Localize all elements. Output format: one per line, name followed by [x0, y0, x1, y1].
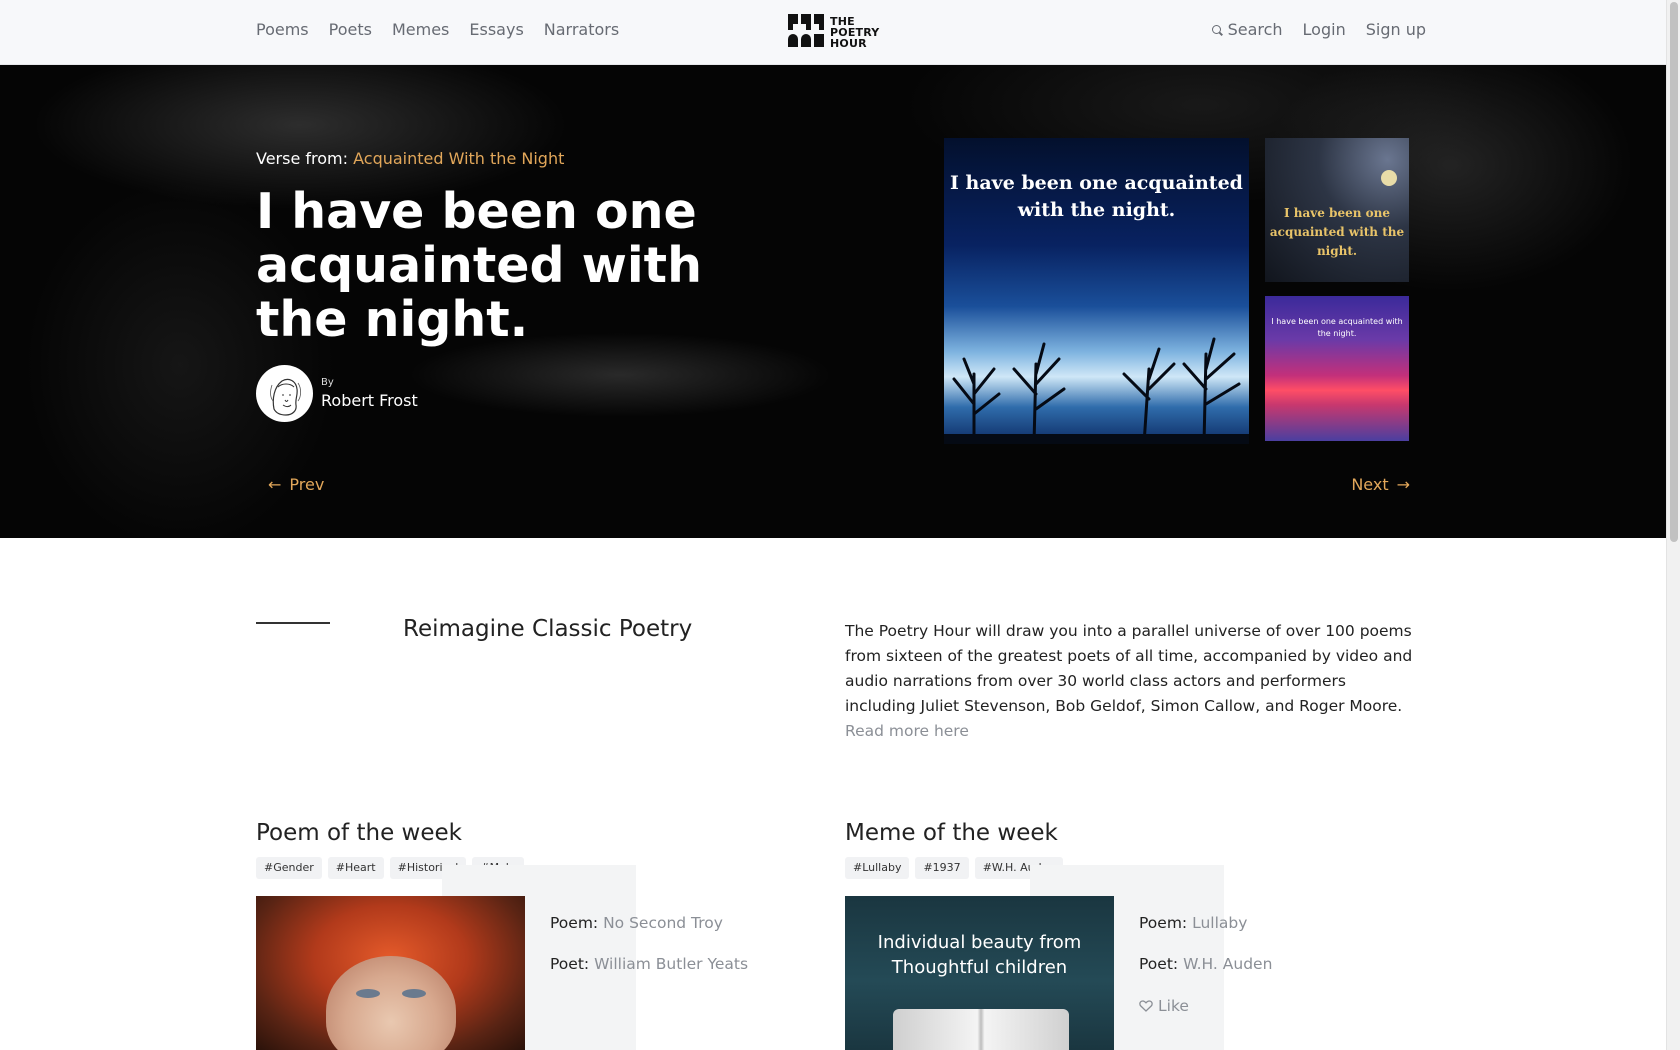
like-label: Like: [1158, 997, 1189, 1015]
meme-poet-link[interactable]: W.H. Auden: [1183, 955, 1272, 973]
verse-from-label: Verse from:: [256, 149, 349, 168]
login-link[interactable]: Login: [1303, 20, 1346, 39]
hero-background: [0, 65, 1666, 538]
poet-label: Poet:: [550, 955, 590, 973]
author-name[interactable]: Robert Frost: [321, 391, 418, 410]
poem-of-week-poem: Poem: No Second Troy: [550, 914, 723, 932]
moon-icon: [1381, 170, 1397, 186]
read-more-link[interactable]: Read more here: [845, 722, 969, 740]
nav-right: Search Login Sign up: [1211, 20, 1426, 39]
portrait-eye-right: [402, 989, 426, 998]
hero-meme-small-sunset-caption: I have been one acquainted with the nigh…: [1271, 317, 1403, 338]
site-logo[interactable]: THE POETRY HOUR: [788, 14, 879, 50]
hero-meme-small-moon-caption: I have been one acquainted with the nigh…: [1269, 206, 1405, 258]
meme-of-week-title: Meme of the week: [845, 820, 1058, 846]
prev-label: Prev: [289, 475, 325, 494]
meme-poet-label: Poet:: [1139, 955, 1179, 973]
meme-of-week-poet: Poet: W.H. Auden: [1139, 955, 1272, 973]
meme-of-week-caption: Individual beauty from Thoughtful childr…: [877, 932, 1082, 978]
nav-link-poems[interactable]: Poems: [256, 20, 309, 39]
next-label: Next: [1351, 475, 1389, 494]
tag-1937[interactable]: #1937: [915, 857, 969, 879]
section-divider: [256, 622, 330, 624]
nav-link-essays[interactable]: Essays: [469, 20, 523, 39]
trees-silhouette: [944, 337, 1249, 444]
arrow-right-icon: →: [1396, 475, 1410, 494]
portrait-face: [326, 956, 456, 1050]
prev-button[interactable]: ← Prev: [268, 475, 324, 494]
tag-gender[interactable]: #Gender: [256, 857, 322, 879]
hero-title: I have been one acquainted with the nigh…: [256, 183, 702, 348]
scrollbar-thumb[interactable]: [1670, 2, 1678, 542]
author-avatar[interactable]: [256, 365, 313, 422]
logo-mark-icon: [788, 14, 824, 50]
meme-poem-link[interactable]: Lullaby: [1192, 914, 1247, 932]
meme-of-week-poem: Poem: Lullaby: [1139, 914, 1247, 932]
poem-label: Poem:: [550, 914, 599, 932]
verse-from: Verse from: Acquainted With the Night: [256, 149, 564, 168]
nav-link-memes[interactable]: Memes: [392, 20, 449, 39]
logo-text: THE POETRY HOUR: [830, 16, 879, 49]
arrow-left-icon: ←: [268, 475, 282, 494]
page-scrollbar[interactable]: [1666, 0, 1680, 1050]
tag-lullaby[interactable]: #Lullaby: [845, 857, 910, 879]
heart-icon: [1139, 1000, 1153, 1012]
portrait-eye-left: [356, 989, 380, 998]
poet-link[interactable]: William Butler Yeats: [594, 955, 748, 973]
verse-from-title-link[interactable]: Acquainted With the Night: [353, 149, 564, 168]
search-icon: [1211, 24, 1222, 35]
meme-of-week-image[interactable]: Individual beauty from Thoughtful childr…: [845, 896, 1114, 1050]
nav-links: Poems Poets Memes Essays Narrators: [256, 20, 619, 39]
hero-section: Verse from: Acquainted With the Night I …: [0, 65, 1666, 538]
about-title: Reimagine Classic Poetry: [403, 616, 693, 642]
search-link[interactable]: Search: [1211, 20, 1283, 39]
author-by-label: By: [321, 377, 334, 388]
top-nav: Poems Poets Memes Essays Narrators THE P…: [0, 0, 1666, 65]
logo-line-3: HOUR: [830, 36, 867, 50]
poem-of-week-title: Poem of the week: [256, 820, 462, 846]
logo-line-1: THE: [830, 14, 855, 28]
author-text: By Robert Frost: [321, 377, 418, 410]
logo-line-2: POETRY: [830, 25, 880, 39]
hero-meme-small-moon[interactable]: I have been one acquainted with the nigh…: [1265, 138, 1409, 282]
hero-meme-small-sunset[interactable]: I have been one acquainted with the nigh…: [1265, 296, 1409, 441]
meme-poem-label: Poem:: [1139, 914, 1188, 932]
next-button[interactable]: Next →: [1351, 475, 1410, 494]
poem-link[interactable]: No Second Troy: [603, 914, 723, 932]
poem-of-week-image[interactable]: [256, 896, 525, 1050]
about-body: The Poetry Hour will draw you into a par…: [845, 622, 1413, 715]
hero-meme-large[interactable]: I have been one acquainted with the nigh…: [944, 138, 1249, 444]
nav-link-poets[interactable]: Poets: [329, 20, 372, 39]
tag-heart[interactable]: #Heart: [327, 857, 384, 879]
book-illustration: [893, 1009, 1069, 1050]
author-block[interactable]: By Robert Frost: [256, 365, 418, 422]
like-button[interactable]: Like: [1139, 997, 1189, 1015]
about-text: The Poetry Hour will draw you into a par…: [845, 619, 1415, 744]
hero-meme-large-caption: I have been one acquainted with the nigh…: [950, 172, 1243, 221]
search-label: Search: [1227, 20, 1283, 39]
signup-link[interactable]: Sign up: [1366, 20, 1426, 39]
poem-of-week-poet: Poet: William Butler Yeats: [550, 955, 748, 973]
nav-link-narrators[interactable]: Narrators: [544, 20, 619, 39]
